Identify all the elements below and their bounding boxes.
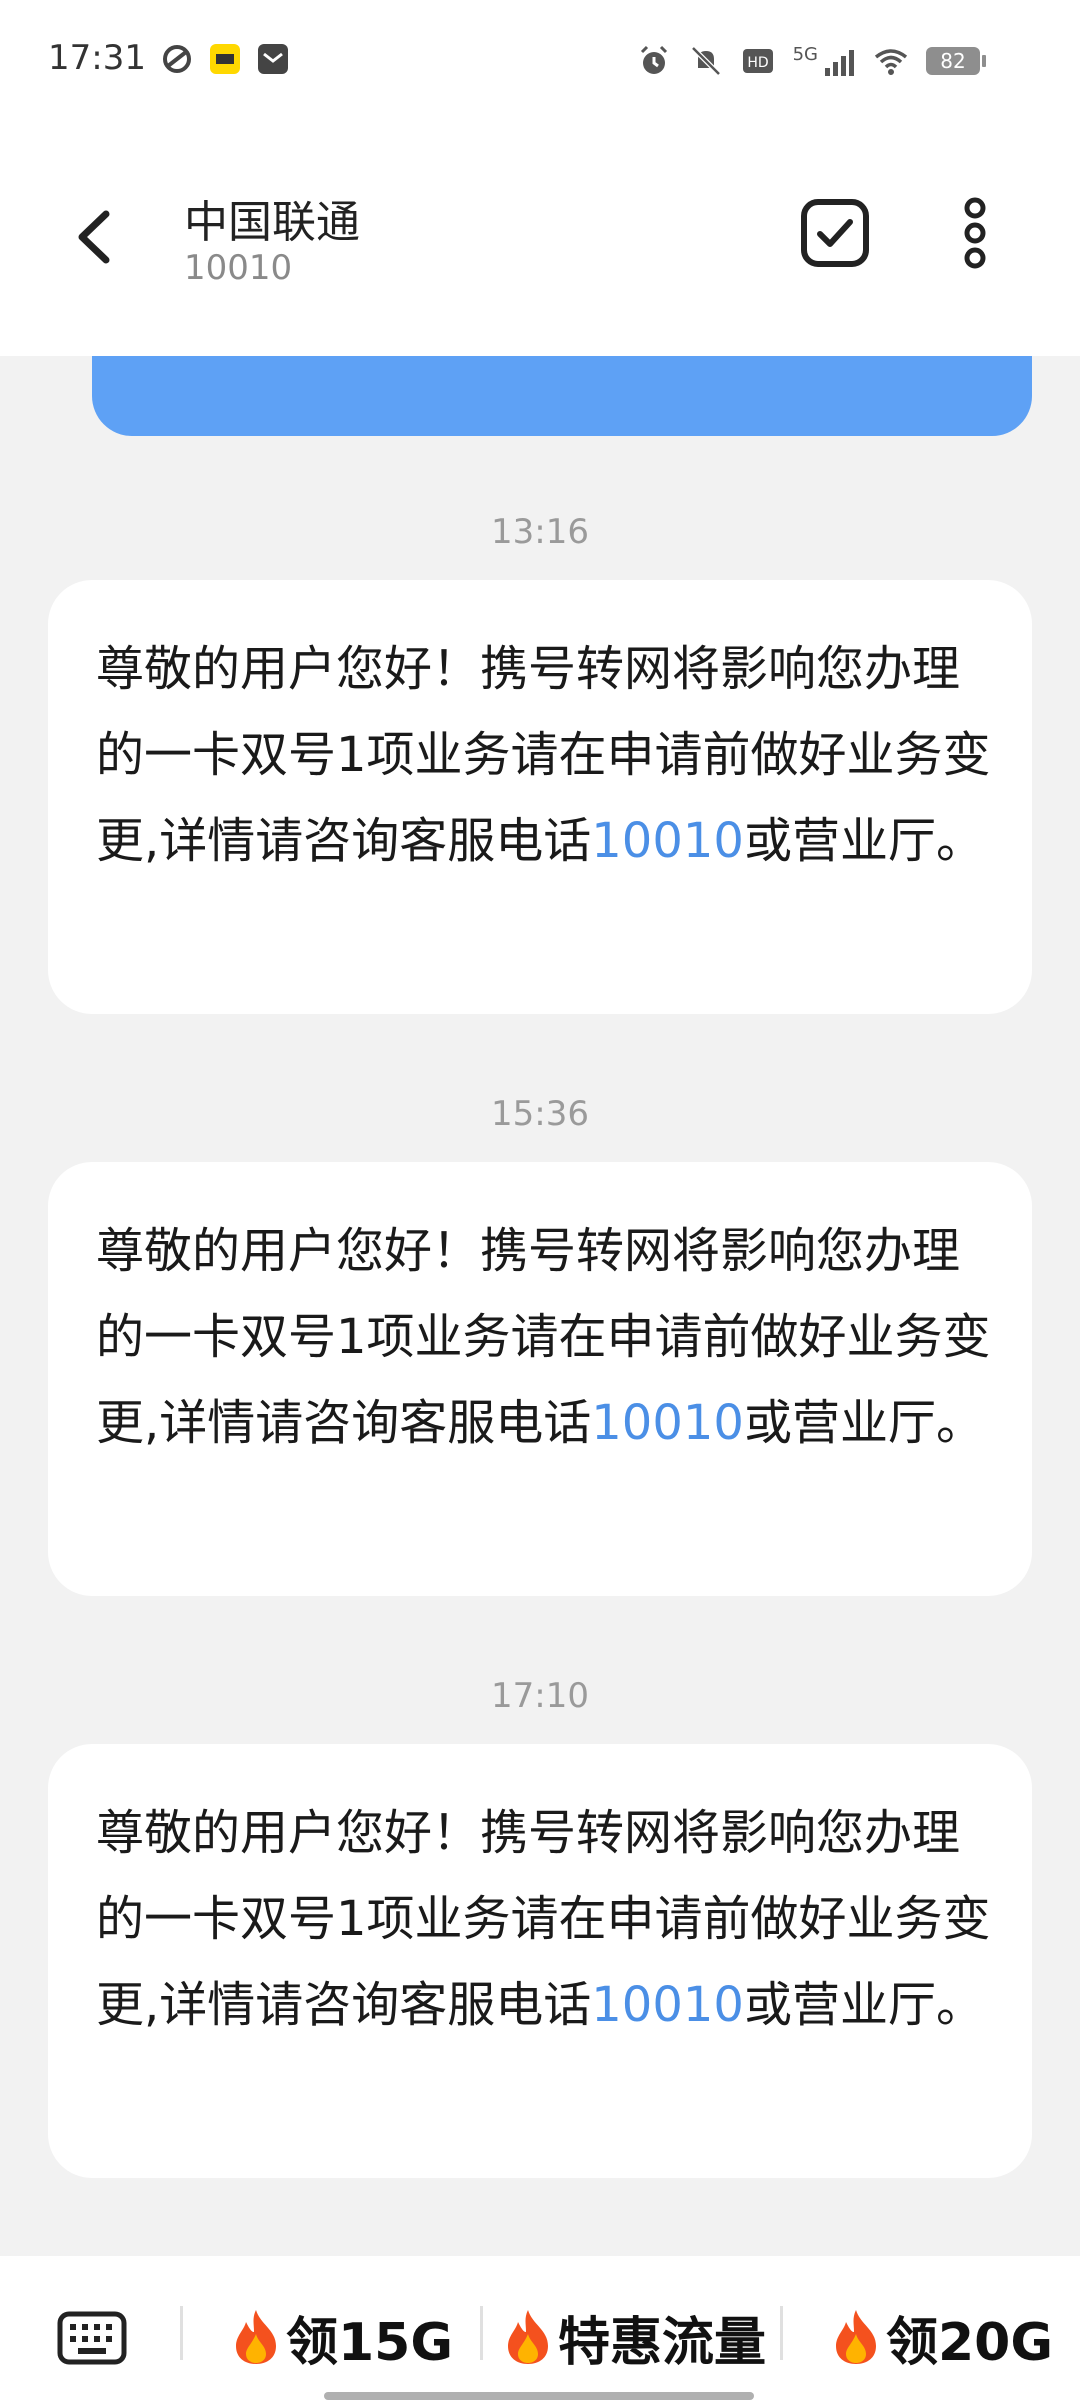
message-timestamp: 15:36	[491, 1094, 589, 1134]
alarm-icon	[640, 45, 667, 74]
phone-number-link[interactable]: 10010	[591, 813, 744, 869]
battery-indicator: 82	[926, 47, 986, 75]
message-tail: 或营业厅。	[743, 813, 984, 869]
keyboard-icon[interactable]	[56, 2310, 128, 2366]
quick-menu-label: 特惠流量	[558, 2312, 767, 2373]
system-status-icons: HD 5G 82	[637, 43, 986, 78]
message-timestamp: 17:10	[491, 1676, 589, 1716]
quick-menu-bar: 领15G 特惠流量 领20G	[0, 2256, 1080, 2408]
received-message-bubble[interactable]: 尊敬的用户您好！携号转网将影响您办理的一卡双号1项业务请在申请前做好业务变更,详…	[48, 580, 1032, 1014]
quick-menu-label: 领15G	[286, 2312, 454, 2373]
contact-name: 中国联通	[184, 197, 360, 248]
home-indicator[interactable]	[324, 2392, 754, 2400]
status-bar: 17:31 HD 5G 82	[0, 0, 1080, 120]
network-type: 5G	[792, 43, 818, 65]
message-list[interactable]: 13:16 尊敬的用户您好！携号转网将影响您办理的一卡双号1项业务请在申请前做好…	[0, 356, 1080, 2256]
menu-divider	[180, 2306, 183, 2360]
received-message-bubble[interactable]: 尊敬的用户您好！携号转网将影响您办理的一卡双号1项业务请在申请前做好业务变更,详…	[48, 1162, 1032, 1596]
fire-icon	[836, 2310, 876, 2364]
message-text: 尊敬的用户您好！携号转网将影响您办理的一卡双号1项业务请在申请前做好业务变更,详…	[96, 1790, 996, 2048]
mute-icon	[690, 46, 721, 76]
contact-number: 10010	[184, 248, 293, 288]
menu-divider	[780, 2306, 783, 2360]
phone-number-link[interactable]: 10010	[591, 1977, 744, 2033]
quick-menu-item[interactable]: 特惠流量	[502, 2302, 767, 2373]
message-tail: 或营业厅。	[743, 1977, 984, 2033]
received-message-bubble[interactable]: 尊敬的用户您好！携号转网将影响您办理的一卡双号1项业务请在申请前做好业务变更,详…	[48, 1744, 1032, 2178]
message-tail: 或营业厅。	[743, 1395, 984, 1451]
message-timestamp: 13:16	[491, 512, 589, 552]
sent-message-bubble[interactable]	[92, 356, 1032, 436]
back-button[interactable]	[58, 200, 132, 274]
fire-icon	[236, 2310, 276, 2364]
signal-icon	[825, 50, 854, 76]
more-options-button[interactable]	[938, 196, 1012, 270]
app-badge-icon	[210, 44, 240, 74]
menu-divider	[480, 2306, 483, 2360]
quick-menu-item[interactable]: 领20G	[830, 2302, 1054, 2373]
wifi-icon	[874, 49, 908, 75]
svg-text:HD: HD	[747, 55, 768, 71]
mail-icon	[258, 44, 288, 74]
message-text: 尊敬的用户您好！携号转网将影响您办理的一卡双号1项业务请在申请前做好业务变更,详…	[96, 1208, 996, 1466]
app-notification-icon	[163, 45, 191, 73]
phone-number-link[interactable]: 10010	[591, 1395, 744, 1451]
hd-icon: HD	[742, 49, 773, 73]
fire-icon	[508, 2310, 548, 2364]
quick-menu-label: 领20G	[886, 2312, 1054, 2373]
notification-icons	[160, 42, 290, 76]
status-time: 17:31	[48, 38, 146, 78]
quick-menu-item[interactable]: 领15G	[230, 2302, 454, 2373]
conversation-header: 中国联通 10010	[0, 120, 1080, 356]
select-messages-button[interactable]	[798, 196, 872, 270]
message-text: 尊敬的用户您好！携号转网将影响您办理的一卡双号1项业务请在申请前做好业务变更,详…	[96, 626, 996, 884]
